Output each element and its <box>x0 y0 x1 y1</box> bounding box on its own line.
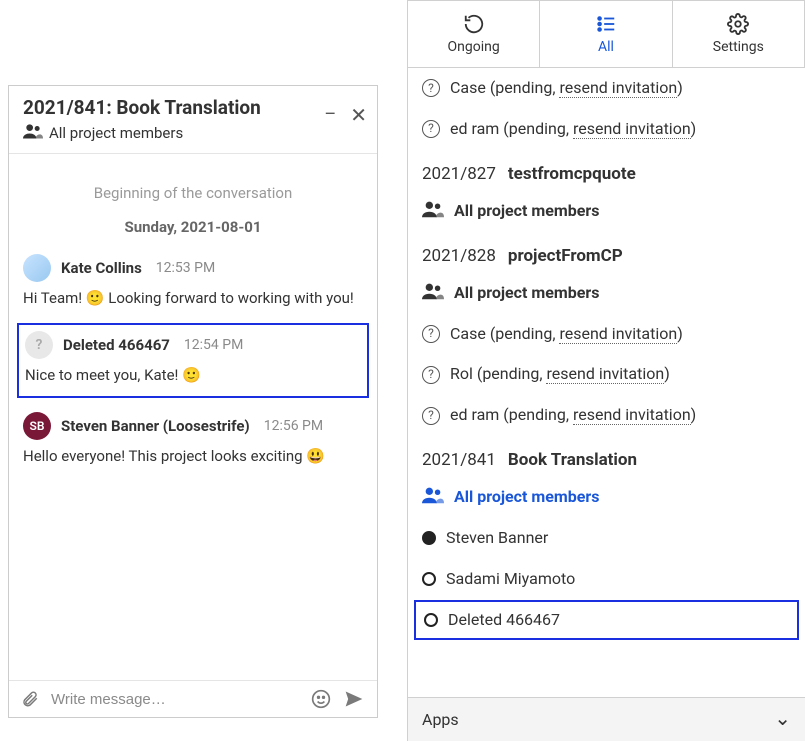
sender-name: Deleted 466467 <box>63 336 170 354</box>
avatar: ? <box>25 331 53 359</box>
member-name: Case <box>450 324 486 343</box>
project-name: Book Translation <box>508 450 637 470</box>
avatar: SB <box>23 412 51 440</box>
minimize-button[interactable] <box>324 104 336 125</box>
message-header: ? Deleted 466467 12:54 PM <box>25 331 361 359</box>
close-button[interactable]: ✕ <box>350 105 367 125</box>
member-row[interactable]: Deleted 466467 <box>414 600 799 641</box>
project-header[interactable]: 2021/827 testfromcpquote <box>408 150 805 190</box>
pending-member-row[interactable]: ? Case (pending, resend invitation) <box>408 68 805 109</box>
project-code: 2021/841 <box>422 450 496 470</box>
status-offline-icon <box>424 613 438 627</box>
resend-invitation-link[interactable]: resend invitation <box>573 405 691 425</box>
message-time: 12:56 PM <box>264 418 323 434</box>
project-header[interactable]: 2021/841 Book Translation <box>408 436 805 476</box>
help-icon: ? <box>422 366 440 384</box>
member-name: Sadami Miyamoto <box>446 569 575 590</box>
tab-bar: Ongoing All Settings <box>408 0 805 68</box>
pending-member-row[interactable]: ? ed ram (pending, resend invitation) <box>408 395 805 436</box>
pending-member-row[interactable]: ? Rol (pending, resend invitation) <box>408 354 805 395</box>
people-icon <box>422 200 444 222</box>
status-online-icon <box>422 531 436 545</box>
all-members-row[interactable]: All project members <box>408 476 805 518</box>
project-name: testfromcpquote <box>508 164 636 184</box>
message-body: Nice to meet you, Kate! 🙂 <box>25 365 361 386</box>
all-members-label: All project members <box>454 201 599 220</box>
pending-member-row[interactable]: ? Case (pending, resend invitation) <box>408 314 805 355</box>
member-name: ed ram <box>450 119 499 138</box>
member-name: Rol <box>450 364 473 383</box>
resend-invitation-link[interactable]: resend invitation <box>546 364 664 384</box>
help-icon: ? <box>422 79 440 97</box>
chat-window: 2021/841: Book Translation All project m… <box>8 85 378 718</box>
pending-member-text: Case (pending, resend invitation) <box>450 324 683 345</box>
chat-header-actions: ✕ <box>324 104 367 125</box>
member-row[interactable]: Steven Banner <box>408 518 805 559</box>
all-members-label: All project members <box>454 487 599 506</box>
apps-label: Apps <box>422 710 459 729</box>
tab-ongoing-label: Ongoing <box>448 39 500 55</box>
apps-section-toggle[interactable]: Apps <box>408 697 805 741</box>
message-input[interactable] <box>51 691 299 708</box>
tab-all[interactable]: All <box>540 0 672 68</box>
resend-invitation-link[interactable]: resend invitation <box>573 119 691 139</box>
pending-member-text: ed ram (pending, resend invitation) <box>450 119 696 140</box>
project-name: projectFromCP <box>508 246 623 266</box>
avatar <box>23 254 51 282</box>
all-members-row[interactable]: All project members <box>408 272 805 314</box>
chat-subtitle: All project members <box>49 124 183 142</box>
date-divider: Sunday, 2021-08-01 <box>23 218 363 236</box>
resend-invitation-link[interactable]: resend invitation <box>559 324 677 344</box>
resend-invitation-link[interactable]: resend invitation <box>559 78 677 98</box>
all-members-label: All project members <box>454 283 599 302</box>
sender-name: Kate Collins <box>61 259 142 277</box>
chat-subtitle-row: All project members <box>23 123 363 143</box>
chat-title: 2021/841: Book Translation <box>23 96 363 119</box>
send-icon[interactable] <box>343 689 365 709</box>
sidebar: Ongoing All Settings ? Case (pending, res… <box>407 0 805 741</box>
tab-settings-label: Settings <box>713 39 764 55</box>
chat-header: 2021/841: Book Translation All project m… <box>9 86 377 154</box>
pending-member-text: Case (pending, resend invitation) <box>450 78 683 99</box>
conversation-beginning-label: Beginning of the conversation <box>23 184 363 202</box>
status-offline-icon <box>422 572 436 586</box>
message-time: 12:53 PM <box>156 260 215 276</box>
emoji-icon[interactable] <box>311 689 331 709</box>
attach-icon[interactable] <box>21 689 39 709</box>
chat-input-row <box>9 680 377 717</box>
member-row[interactable]: Sadami Miyamoto <box>408 559 805 600</box>
message-header: Kate Collins 12:53 PM <box>23 254 363 282</box>
member-name: ed ram <box>450 405 499 424</box>
sidebar-scroll[interactable]: ? Case (pending, resend invitation)? ed ra… <box>408 68 805 697</box>
message-time: 12:54 PM <box>184 337 243 353</box>
member-name: Case <box>450 78 486 97</box>
chat-body: Beginning of the conversation Sunday, 20… <box>9 154 377 680</box>
people-icon <box>23 123 43 143</box>
people-icon <box>422 282 444 304</box>
chevron-down-icon <box>774 710 791 729</box>
help-icon: ? <box>422 325 440 343</box>
project-code: 2021/827 <box>422 164 496 184</box>
pending-member-text: Rol (pending, resend invitation) <box>450 364 670 385</box>
project-code: 2021/828 <box>422 246 496 266</box>
message: Kate Collins 12:53 PM Hi Team! 🙂 Looking f… <box>23 254 363 309</box>
message: SB Steven Banner (Loosestrife) 12:56 PM Hel… <box>23 412 363 467</box>
message-header: SB Steven Banner (Loosestrife) 12:56 PM <box>23 412 363 440</box>
help-icon: ? <box>422 120 440 138</box>
all-members-row[interactable]: All project members <box>408 190 805 232</box>
tab-all-label: All <box>598 39 614 55</box>
project-header[interactable]: 2021/828 projectFromCP <box>408 232 805 272</box>
message-body: Hi Team! 🙂 Looking forward to working wi… <box>23 288 363 309</box>
member-name: Deleted 466467 <box>448 610 560 631</box>
message: ? Deleted 466467 12:54 PM Nice to meet you,… <box>17 323 369 398</box>
tab-settings[interactable]: Settings <box>673 0 805 68</box>
pending-member-text: ed ram (pending, resend invitation) <box>450 405 696 426</box>
help-icon: ? <box>422 407 440 425</box>
sender-name: Steven Banner (Loosestrife) <box>61 417 250 435</box>
tab-ongoing[interactable]: Ongoing <box>408 0 540 68</box>
message-body: Hello everyone! This project looks excit… <box>23 446 363 467</box>
pending-member-row[interactable]: ? ed ram (pending, resend invitation) <box>408 109 805 150</box>
people-icon <box>422 486 444 508</box>
member-name: Steven Banner <box>446 528 548 549</box>
